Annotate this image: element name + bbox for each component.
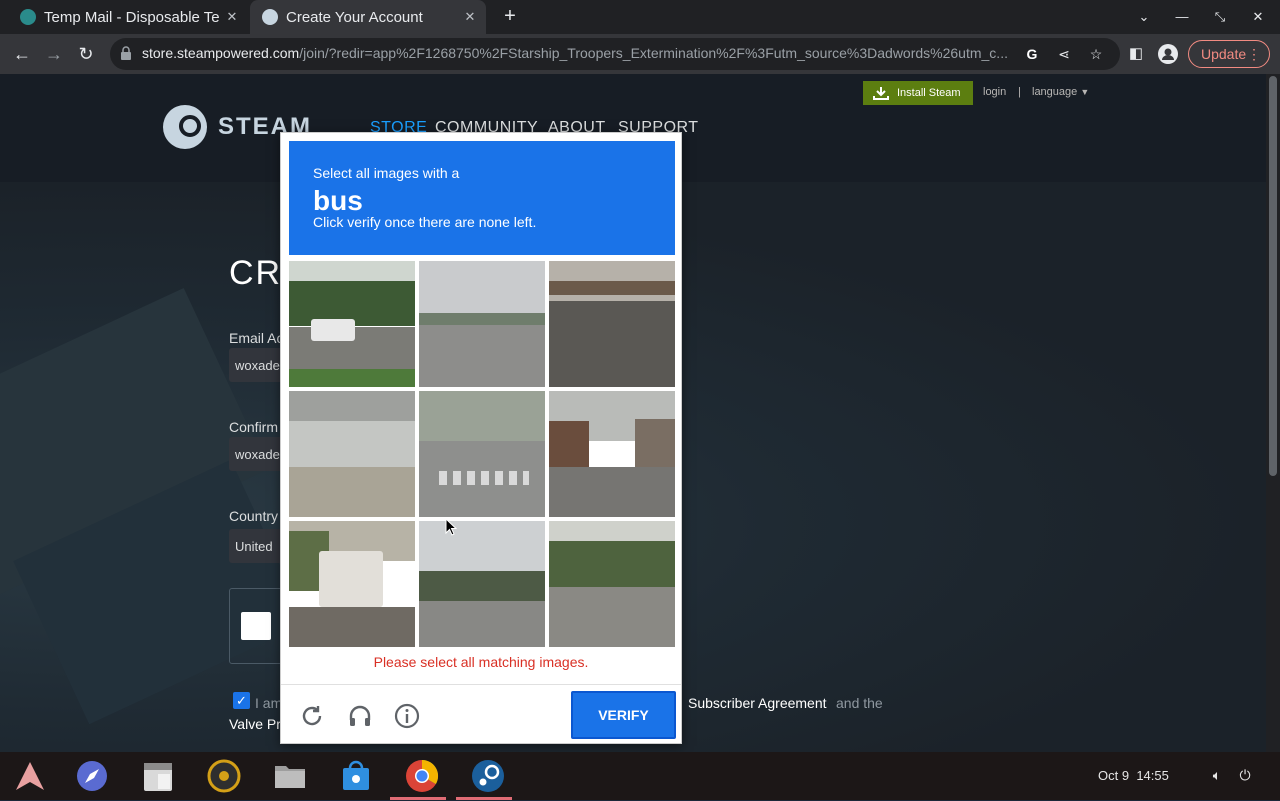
browser-toolbar: ← → ↻ store.steampowered.com/join/?redir… xyxy=(0,34,1280,74)
app-launcher-icon[interactable] xyxy=(10,756,50,796)
steam-logo-icon[interactable] xyxy=(163,105,207,149)
forward-arrow-icon[interactable]: → xyxy=(40,40,68,68)
recaptcha-checkbox[interactable] xyxy=(241,612,271,640)
captcha-tile-3[interactable] xyxy=(549,261,675,387)
bookmark-star-icon[interactable]: ☆ xyxy=(1086,44,1106,64)
captcha-tile-9[interactable] xyxy=(549,521,675,647)
captcha-instruction-text: Select all images with a xyxy=(313,165,460,181)
reload-icon[interactable]: ↻ xyxy=(72,40,100,68)
restore-icon[interactable]: ⤡ xyxy=(1202,0,1238,34)
temp-mail-favicon-icon xyxy=(20,9,36,25)
captcha-tile-6[interactable] xyxy=(549,391,675,517)
chrome-icon xyxy=(406,759,439,792)
tab-title: Create Your Account xyxy=(286,8,423,26)
url-host: store.steampowered.com xyxy=(142,45,300,61)
separator: | xyxy=(1018,86,1021,98)
steam-icon xyxy=(472,760,504,792)
desktop-taskbar: Oct 9 14:55 🔈︎ ⏻ xyxy=(0,752,1280,800)
captcha-instructions: Select all images with a bus Click verif… xyxy=(289,141,675,255)
audio-challenge-headphones-icon[interactable] xyxy=(346,702,374,730)
info-icon[interactable] xyxy=(393,702,421,730)
steam-favicon-icon xyxy=(262,9,278,25)
lock-icon xyxy=(121,46,131,60)
back-arrow-icon[interactable]: ← xyxy=(8,40,36,68)
captcha-tile-7[interactable] xyxy=(289,521,415,647)
update-button[interactable]: Update ⋮ xyxy=(1188,40,1270,68)
language-dropdown[interactable]: language ▼ xyxy=(1032,86,1089,98)
captcha-tile-5[interactable] xyxy=(419,391,545,517)
agree-text-and: and the xyxy=(836,695,883,711)
valve-privacy-link[interactable]: Valve Pr xyxy=(229,716,281,732)
close-window-icon[interactable]: ✕ xyxy=(1240,0,1276,34)
captcha-target-object: bus xyxy=(313,185,363,216)
tab-title: Temp Mail - Disposable Te xyxy=(44,8,220,26)
update-label: Update xyxy=(1201,46,1247,62)
tab-temp-mail[interactable]: Temp Mail - Disposable Te ✕ xyxy=(8,0,248,34)
minimize-icon[interactable]: — xyxy=(1164,0,1200,34)
agree-checkbox[interactable]: ✓ xyxy=(233,692,250,709)
url-path: /join/?redir=app%2F1268750%2FStarship_Tr… xyxy=(299,45,1008,61)
address-bar[interactable]: store.steampowered.com/join/?redir=app%2… xyxy=(110,38,1120,70)
browser-tab-bar: Temp Mail - Disposable Te ✕ Create Your … xyxy=(0,0,1280,34)
tab-search-chevron-down-icon[interactable]: ⌄ xyxy=(1126,0,1162,34)
clock-time: 14:55 xyxy=(1136,768,1169,783)
install-steam-label: Install Steam xyxy=(897,87,961,99)
steam-app[interactable] xyxy=(456,756,512,800)
side-panel-icon[interactable]: ◧ xyxy=(1124,42,1148,66)
clock-date: Oct 9 xyxy=(1098,768,1130,783)
captcha-challenge-dialog: Select all images with a bus Click verif… xyxy=(280,132,682,744)
music-player-icon[interactable] xyxy=(204,756,244,796)
tab-create-account[interactable]: Create Your Account ✕ xyxy=(250,0,486,34)
install-steam-button[interactable]: Install Steam xyxy=(863,81,973,105)
captcha-tile-4[interactable] xyxy=(289,391,415,517)
share-icon[interactable]: ⋖ xyxy=(1054,44,1074,64)
software-store-icon[interactable] xyxy=(336,756,376,796)
mouse-cursor-icon xyxy=(445,518,457,536)
compass-browser-icon[interactable] xyxy=(72,756,112,796)
email-label: Email Ac xyxy=(229,330,284,346)
clock[interactable]: Oct 9 14:55 xyxy=(1098,768,1169,783)
profile-avatar-icon[interactable] xyxy=(1156,42,1180,66)
close-icon[interactable]: ✕ xyxy=(460,9,480,25)
subscriber-agreement-link[interactable]: Subscriber Agreement xyxy=(688,695,827,711)
captcha-tile-1[interactable] xyxy=(289,261,415,387)
calendar-icon[interactable] xyxy=(138,756,178,796)
caret-down-icon: ▼ xyxy=(1080,87,1090,97)
login-link[interactable]: login xyxy=(983,86,1006,98)
new-tab-button[interactable]: + xyxy=(498,5,522,29)
captcha-error-message: Please select all matching images. xyxy=(373,654,589,670)
verify-button[interactable]: VERIFY xyxy=(571,691,676,739)
agree-text: I am xyxy=(255,695,283,711)
download-icon xyxy=(873,87,889,100)
reload-challenge-icon[interactable] xyxy=(298,702,326,730)
close-icon[interactable]: ✕ xyxy=(222,9,242,25)
language-label: language xyxy=(1032,86,1078,98)
url-text: store.steampowered.com/join/?redir=app%2… xyxy=(142,45,1014,61)
country-label: Country xyxy=(229,508,279,524)
captcha-tile-8[interactable] xyxy=(419,521,545,647)
captcha-sub-instruction: Click verify once there are none left. xyxy=(313,214,537,230)
power-icon[interactable]: ⏻ xyxy=(1236,766,1254,784)
scrollbar-thumb[interactable] xyxy=(1269,76,1277,476)
file-manager-icon[interactable] xyxy=(270,756,310,796)
google-icon[interactable]: G xyxy=(1022,44,1042,64)
captcha-tile-2[interactable] xyxy=(419,261,545,387)
confirm-email-label: Confirm xyxy=(229,419,279,435)
divider xyxy=(281,684,681,685)
volume-icon[interactable]: 🔈︎ xyxy=(1208,766,1226,784)
more-menu-icon[interactable]: ⋮ xyxy=(1247,41,1261,67)
chrome-app[interactable] xyxy=(390,756,446,800)
